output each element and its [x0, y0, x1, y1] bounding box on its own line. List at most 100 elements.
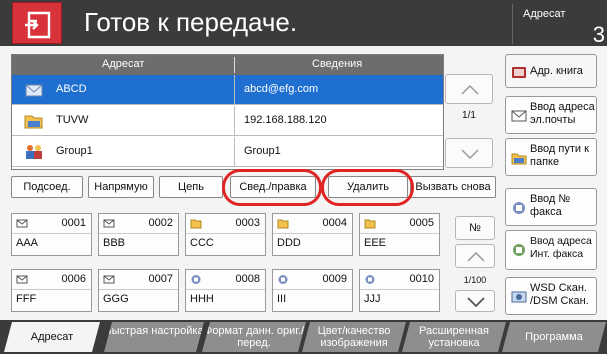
- entry-name: III: [277, 293, 287, 305]
- enter-fax-number-button[interactable]: Ввод № факса: [505, 188, 597, 226]
- email-icon: [16, 275, 28, 284]
- address-entry[interactable]: 0007 GGG: [98, 269, 179, 312]
- entry-number: 0002: [148, 217, 173, 229]
- address-entry[interactable]: 0010 JJJ: [359, 269, 440, 312]
- entry-name: FFF: [16, 293, 37, 305]
- enter-fax-number-label: Ввод № факса: [530, 193, 571, 218]
- column-header-destination: Адресат: [102, 58, 145, 70]
- chevron-up-icon: [467, 252, 485, 262]
- email-icon: [103, 219, 115, 228]
- enter-email-button[interactable]: Ввод адреса эл.почты: [505, 96, 597, 134]
- grid-scroll-down-button[interactable]: [455, 290, 495, 312]
- row-info: Group1: [244, 145, 281, 157]
- folder-icon: [190, 219, 202, 229]
- address-entry[interactable]: 0003 CCC: [185, 213, 266, 256]
- entry-number: 0004: [322, 217, 347, 229]
- email-icon: [511, 110, 527, 122]
- enter-folder-path-button[interactable]: Ввод пути к папке: [505, 138, 597, 176]
- tab-program[interactable]: Программа: [502, 322, 606, 352]
- highlight-ring: [321, 169, 414, 206]
- enter-ifax-address-button[interactable]: Ввод адреса Инт. факса: [505, 230, 597, 270]
- address-entry[interactable]: 0006 FFF: [11, 269, 92, 312]
- tab-original-format[interactable]: Формат данн. ориг./перед.: [202, 322, 306, 352]
- chain-button[interactable]: Цепь: [159, 176, 223, 198]
- address-entry[interactable]: 0004 DDD: [272, 213, 353, 256]
- email-icon: [16, 219, 28, 228]
- address-book-icon: [512, 67, 526, 78]
- destination-counter: Адресат 3: [512, 4, 607, 47]
- entry-name: BBB: [103, 237, 126, 249]
- fax-icon: [278, 275, 288, 284]
- number-search-button[interactable]: №: [455, 216, 495, 240]
- table-row[interactable]: ABCD abcd@efg.com: [12, 75, 443, 105]
- folder-icon: [24, 115, 43, 129]
- table-row[interactable]: Group1 Group1: [12, 137, 443, 167]
- address-entry[interactable]: 0009 III: [272, 269, 353, 312]
- address-entry[interactable]: 0002 BBB: [98, 213, 179, 256]
- address-book-button[interactable]: Адр. книга: [505, 54, 597, 88]
- row-info: abcd@efg.com: [244, 83, 319, 95]
- scroll-down-button[interactable]: [445, 138, 493, 168]
- address-entry[interactable]: 0005 EEE: [359, 213, 440, 256]
- destination-counter-label: Адресат: [523, 8, 566, 20]
- group-icon: [26, 145, 42, 159]
- entry-name: DDD: [277, 237, 301, 249]
- scroll-up-button[interactable]: [445, 74, 493, 104]
- table-page-indicator: 1/1: [462, 110, 476, 121]
- address-book-grid: 0001 AAA 0002 BBB 0003 CCC 0004 DDD 0005…: [11, 213, 443, 315]
- home-button[interactable]: [12, 2, 62, 44]
- highlight-ring: [222, 169, 322, 206]
- status-title: Готов к передаче.: [84, 7, 298, 37]
- enter-email-label: Ввод адреса эл.почты: [530, 101, 595, 126]
- tab-color-quality[interactable]: Цвет/качество изображения: [302, 322, 406, 352]
- fax-icon: [365, 275, 375, 284]
- entry-number: 0003: [235, 217, 260, 229]
- direct-button[interactable]: Напрямую: [88, 176, 154, 198]
- folder-icon: [511, 153, 527, 165]
- entry-number: 0009: [322, 273, 347, 285]
- grid-scroll-up-button[interactable]: [455, 244, 495, 268]
- email-icon: [25, 84, 43, 97]
- tab-destination[interactable]: Адресат: [4, 322, 100, 352]
- row-destination: TUVW: [56, 114, 89, 126]
- entry-number: 0010: [409, 273, 434, 285]
- function-tabs: Адресат Быстрая настройка Формат данн. о…: [0, 320, 607, 354]
- home-icon: [25, 11, 51, 39]
- chevron-down-icon: [467, 297, 485, 307]
- enter-folder-path-label: Ввод пути к папке: [530, 143, 589, 168]
- row-destination: Group1: [56, 145, 93, 157]
- tab-advanced-setup[interactable]: Расширенная установка: [402, 322, 506, 352]
- column-header-info: Сведения: [312, 58, 363, 70]
- wsd-scan-label: WSD Скан. /DSM Скан.: [530, 282, 589, 307]
- entry-name: CCC: [190, 237, 214, 249]
- folder-icon: [364, 219, 376, 229]
- entry-number: 0006: [61, 273, 86, 285]
- destination-table: Адресат Сведения ABCD abcd@efg.com TUVW …: [11, 54, 444, 170]
- address-book-label: Адр. книга: [530, 65, 583, 77]
- chevron-up-icon: [461, 84, 479, 95]
- status-header: Готов к передаче. Адресат 3: [0, 0, 607, 47]
- address-entry[interactable]: 0001 AAA: [11, 213, 92, 256]
- table-header: Адресат Сведения: [12, 55, 443, 75]
- entry-number: 0001: [61, 217, 86, 229]
- entry-number: 0005: [409, 217, 434, 229]
- entry-name: JJJ: [364, 293, 381, 305]
- chevron-down-icon: [461, 149, 479, 160]
- recall-button[interactable]: Вызвать снова: [410, 176, 496, 198]
- wsd-scan-button[interactable]: WSD Скан. /DSM Скан.: [505, 277, 597, 315]
- entry-name: GGG: [103, 293, 129, 305]
- fax-icon: [513, 202, 525, 214]
- tab-quick-setup[interactable]: Быстрая настройка: [104, 322, 204, 352]
- row-info: 192.168.188.120: [244, 114, 327, 126]
- enter-ifax-address-label: Ввод адреса Инт. факса: [530, 235, 592, 260]
- destination-count: 3: [592, 22, 605, 47]
- email-icon: [103, 275, 115, 284]
- ifax-icon: [513, 244, 525, 256]
- address-entry[interactable]: 0008 HHH: [185, 269, 266, 312]
- entry-number: 0007: [148, 273, 173, 285]
- folder-icon: [277, 219, 289, 229]
- wsd-icon: [511, 291, 527, 303]
- table-row[interactable]: TUVW 192.168.188.120: [12, 106, 443, 136]
- connect-button[interactable]: Подсоед.: [11, 176, 83, 198]
- grid-page-indicator: 1/100: [463, 275, 487, 285]
